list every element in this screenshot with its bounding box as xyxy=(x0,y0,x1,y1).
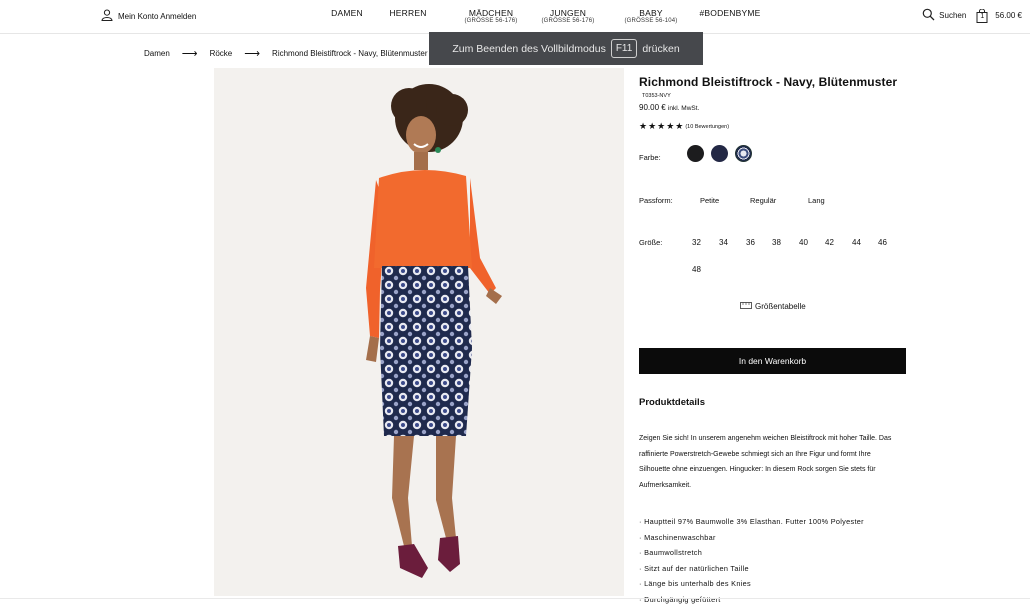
color-label: Farbe: xyxy=(639,153,661,162)
fit-option-petite[interactable]: Petite xyxy=(700,196,719,205)
color-swatch-navy-floral[interactable] xyxy=(735,145,752,162)
divider xyxy=(0,598,1030,599)
breadcrumb-current: Richmond Bleistiftrock - Navy, Blütenmus… xyxy=(272,49,428,58)
nav-damen[interactable]: DAMEN xyxy=(320,9,374,25)
product-price: 90.00 € inkl. MwSt. xyxy=(639,103,909,112)
color-swatch-black[interactable] xyxy=(687,145,704,162)
main-nav: DAMEN HERREN MÄDCHEN (GRÖSSE 56-176) JUN… xyxy=(320,9,765,25)
details-heading: Produktdetails xyxy=(639,397,705,408)
list-item: Baumwollstretch xyxy=(639,545,909,561)
cart-count: 1 xyxy=(980,12,985,20)
size-option[interactable]: 40 xyxy=(799,238,808,247)
nav-sublabel: (GRÖSSE 56-176) xyxy=(541,18,595,24)
product-description: Zeigen Sie sich! In unserem angenehm wei… xyxy=(639,435,892,489)
nav-label: #BODENBYME xyxy=(699,8,761,18)
breadcrumb-damen[interactable]: Damen xyxy=(144,49,170,58)
fullscreen-notice: Zum Beenden des Vollbildmodus F11 drücke… xyxy=(429,32,703,65)
fit-option-lang[interactable]: Lang xyxy=(808,196,825,205)
list-item: Hauptteil 97% Baumwolle 3% Elasthan. Fut… xyxy=(639,514,909,530)
account-link[interactable]: Mein Konto Anmelden xyxy=(101,9,196,23)
list-item: Länge bis unterhalb des Knies xyxy=(639,576,909,592)
arrow-right-icon: ⟶ xyxy=(181,48,198,60)
size-option[interactable]: 42 xyxy=(825,238,834,247)
nav-herren[interactable]: HERREN xyxy=(374,9,442,25)
size-selector: Größe: 32 34 36 38 40 42 44 46 48 xyxy=(639,238,909,278)
toast-text: Zum Beenden des Vollbildmodus xyxy=(452,42,606,55)
key-badge: F11 xyxy=(610,39,638,58)
size-option[interactable]: 46 xyxy=(878,238,887,247)
model-illustration xyxy=(366,84,502,578)
nav-label: JUNGEN xyxy=(549,8,587,18)
product-sku: T0353-NVY xyxy=(642,93,671,99)
nav-sublabel: (GRÖSSE 56-104) xyxy=(624,18,678,24)
list-item: Sitzt auf der natürlichen Taille xyxy=(639,561,909,577)
search-button[interactable]: Suchen xyxy=(922,8,966,23)
nav-baby[interactable]: BABY (GRÖSSE 56-104) xyxy=(618,9,684,25)
product-details: Richmond Bleistiftrock - Navy, Blütenmus… xyxy=(639,75,909,604)
list-item: Maschinenwaschbar xyxy=(639,530,909,546)
size-option[interactable]: 34 xyxy=(719,238,728,247)
size-option[interactable]: 36 xyxy=(746,238,755,247)
size-option[interactable]: 32 xyxy=(692,238,701,247)
size-option[interactable]: 38 xyxy=(772,238,781,247)
feature-list: Hauptteil 97% Baumwolle 3% Elasthan. Fut… xyxy=(639,514,909,606)
account-label: Mein Konto Anmelden xyxy=(118,11,197,21)
breadcrumb-roecke[interactable]: Röcke xyxy=(210,49,233,58)
nav-jungen[interactable]: JUNGEN (GRÖSSE 56-176) xyxy=(535,9,601,25)
toast-text-after: drücken xyxy=(642,42,680,55)
ruler-icon xyxy=(740,302,752,311)
site-header: Mein Konto Anmelden DAMEN HERREN MÄDCHEN… xyxy=(0,0,1030,34)
cart-button[interactable]: 1 56.00 € xyxy=(976,8,1022,23)
fit-label: Passform: xyxy=(639,196,673,205)
header-actions: Suchen 1 56.00 € xyxy=(922,8,1022,23)
size-chart-label: Größentabelle xyxy=(755,302,806,311)
add-to-cart-button[interactable]: In den Warenkorb xyxy=(639,348,906,374)
nav-sublabel: (GRÖSSE 56-176) xyxy=(464,18,518,24)
size-option[interactable]: 44 xyxy=(852,238,861,247)
color-swatch-navy[interactable] xyxy=(711,145,728,162)
size-chart-link[interactable]: Größentabelle xyxy=(740,302,806,311)
fit-selector: Passform: Petite Regulär Lang xyxy=(639,196,909,208)
size-label: Größe: xyxy=(639,238,663,247)
rating[interactable]: ★★★★★ (10 Bewertungen) xyxy=(639,121,909,132)
review-count: (10 Bewertungen) xyxy=(685,123,730,130)
nav-maedchen[interactable]: MÄDCHEN (GRÖSSE 56-176) xyxy=(458,9,524,25)
nav-label: BABY xyxy=(639,8,663,18)
vat-note: inkl. MwSt. xyxy=(667,105,700,112)
shopping-bag-icon: 1 xyxy=(976,8,988,23)
search-icon xyxy=(922,8,935,23)
fit-option-regular[interactable]: Regulär xyxy=(750,196,776,205)
star-rating-icon: ★★★★★ xyxy=(639,121,685,131)
size-option[interactable]: 48 xyxy=(692,265,701,274)
price-value: 90.00 € xyxy=(639,103,666,112)
nav-bodenbyme[interactable]: #BODENBYME xyxy=(695,9,765,25)
user-icon xyxy=(101,9,113,23)
nav-label: DAMEN xyxy=(331,8,363,18)
arrow-right-icon: ⟶ xyxy=(244,48,261,60)
cart-total: 56.00 € xyxy=(995,11,1022,20)
product-image[interactable] xyxy=(214,68,624,596)
search-label: Suchen xyxy=(939,11,967,20)
nav-label: HERREN xyxy=(389,8,427,18)
color-selector: Farbe: xyxy=(639,145,909,165)
product-title: Richmond Bleistiftrock - Navy, Blütenmus… xyxy=(639,75,898,89)
nav-label: MÄDCHEN xyxy=(468,8,514,18)
breadcrumb: Damen ⟶ Röcke ⟶ Richmond Bleistiftrock -… xyxy=(144,47,428,60)
